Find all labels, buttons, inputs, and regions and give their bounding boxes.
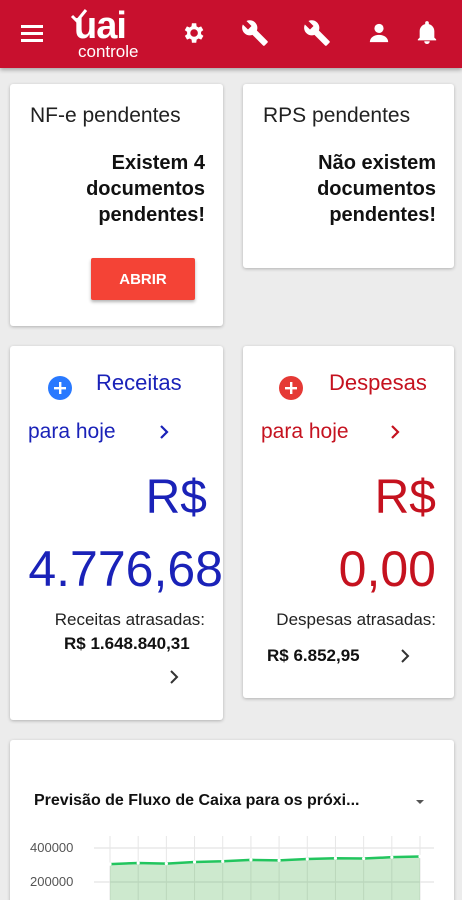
- receitas-overdue-label: Receitas atrasadas:: [54, 610, 205, 629]
- despesas-overdue-label: Despesas atrasadas:: [276, 610, 436, 629]
- rps-card-message: Não existem documentos pendentes!: [317, 150, 436, 228]
- receitas-card[interactable]: Receitas para hoje R$ 4.776,68 Receitas …: [10, 346, 223, 720]
- gear-icon[interactable]: [178, 18, 208, 48]
- despesas-value: 0,00: [338, 541, 436, 597]
- chevron-right-icon[interactable]: [158, 424, 170, 440]
- app-logo: uai controle: [70, 5, 160, 62]
- chevron-right-icon[interactable]: [399, 647, 411, 665]
- despesas-title: Despesas: [329, 370, 427, 395]
- data-point: [277, 858, 281, 863]
- rps-msg-line: documentos: [317, 178, 436, 200]
- cashflow-chart-card: Previsão de Fluxo de Caixa para os próxi…: [10, 740, 454, 900]
- chevron-right-icon[interactable]: [168, 668, 180, 686]
- data-point: [221, 859, 225, 863]
- data-point: [192, 860, 197, 864]
- open-button[interactable]: ABRIR: [91, 258, 195, 300]
- receitas-currency: R$: [145, 471, 207, 524]
- despesas-card[interactable]: Despesas para hoje R$ 0,00 Despesas atra…: [243, 346, 454, 698]
- wrench-icon[interactable]: [240, 18, 270, 48]
- nfe-card-message: Existem 4 documentos pendentes!: [86, 150, 205, 228]
- y-tick-label: 400000: [30, 840, 74, 855]
- nfe-msg-line: pendentes!: [98, 204, 205, 226]
- cashflow-chart: [94, 836, 434, 900]
- y-tick-label: 200000: [30, 874, 74, 889]
- despesas-subtitle[interactable]: para hoje: [261, 420, 349, 444]
- nfe-msg-line: Existem 4: [111, 152, 205, 174]
- data-point: [333, 856, 338, 860]
- data-point: [362, 856, 366, 861]
- app-header: uai controle: [0, 0, 462, 68]
- rps-pending-card: RPS pendentes Não existem documentos pen…: [243, 84, 454, 268]
- receitas-subtitle[interactable]: para hoje: [28, 420, 116, 444]
- receitas-value: 4.776,68: [28, 541, 223, 597]
- chart-title: Previsão de Fluxo de Caixa para os próxi…: [34, 792, 360, 809]
- user-icon[interactable]: [364, 18, 394, 48]
- data-point: [390, 855, 394, 859]
- dropdown-arrow-icon[interactable]: [414, 798, 426, 806]
- nfe-card-title: NF-e pendentes: [30, 104, 181, 127]
- receitas-title: Receitas: [96, 370, 182, 395]
- data-point: [136, 861, 140, 865]
- nfe-msg-line: documentos: [86, 178, 205, 200]
- bell-icon[interactable]: [412, 18, 442, 48]
- logo-subtext: controle: [78, 42, 139, 61]
- data-point: [164, 862, 168, 866]
- nfe-pending-card: NF-e pendentes Existem 4 documentos pend…: [10, 84, 223, 326]
- rps-msg-line: Não existem: [318, 152, 436, 174]
- data-point: [249, 858, 253, 862]
- data-point: [108, 862, 112, 866]
- add-receita-icon[interactable]: [48, 376, 72, 400]
- receitas-overdue-value: R$ 1.648.840,31: [64, 634, 190, 653]
- menu-icon[interactable]: [18, 18, 48, 48]
- despesas-overdue-value: R$ 6.852,95: [267, 646, 360, 665]
- data-point: [305, 857, 309, 861]
- rps-msg-line: pendentes!: [329, 204, 436, 226]
- rps-card-title: RPS pendentes: [263, 104, 411, 127]
- chevron-right-icon[interactable]: [389, 424, 401, 440]
- data-point: [418, 854, 422, 859]
- despesas-currency: R$: [374, 471, 436, 524]
- wrench-icon[interactable]: [302, 18, 332, 48]
- add-despesa-icon[interactable]: [279, 376, 303, 400]
